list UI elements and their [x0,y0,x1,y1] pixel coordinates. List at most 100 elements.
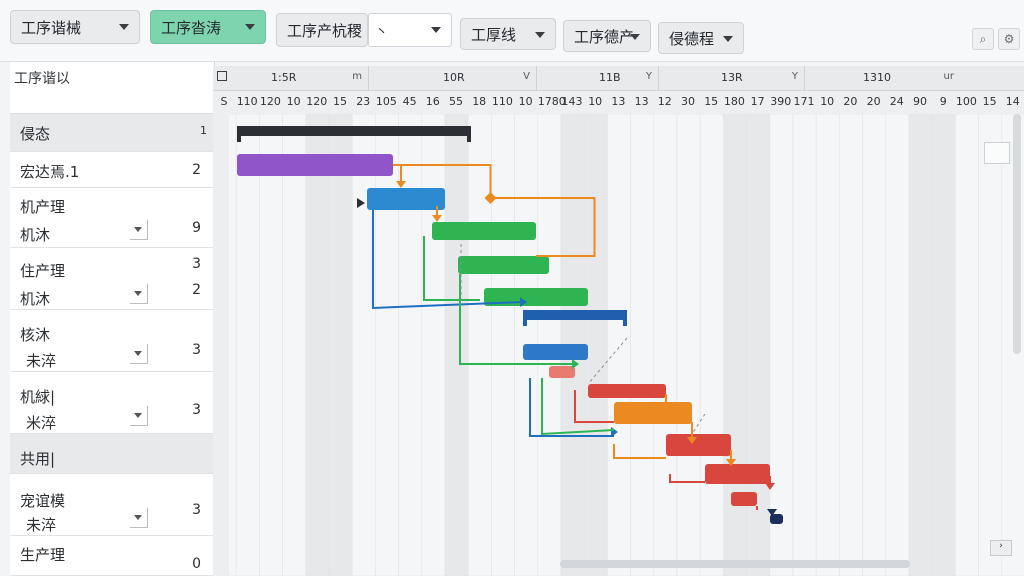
minor-label: 15 [333,95,347,108]
major-label: 10R [443,71,465,84]
major-end: Y [645,71,652,82]
list-item[interactable]: 宏达焉.1 2 [10,152,215,188]
list-item-count: 3 [192,502,201,518]
page-nav-icon[interactable]: › [990,540,1012,556]
group-row[interactable]: 侵态 1 [10,114,215,152]
gantt-bar-task-salmon [549,366,575,378]
grid-column [491,114,515,576]
grid-column [908,114,933,576]
settings-icon[interactable]: ⚙ [998,28,1020,50]
search-icon[interactable]: ⌕ [972,28,994,50]
minor-label: 90 [913,95,927,108]
grid-column [955,114,979,576]
major-end: m [352,71,362,82]
chevron-down-icon [723,36,733,42]
row-dropdown[interactable] [130,406,148,426]
select-all-checkbox[interactable] [217,71,227,81]
minor-label: 45 [402,95,417,108]
list-item[interactable]: 核沐 未淬 3 [10,310,215,372]
grid-column [839,114,863,576]
minor-label: 23 [356,95,371,108]
minor-label: 20 [843,95,858,108]
major-end: V [523,71,530,82]
gantt-bar-task-purple [237,154,393,176]
summary-bracket [237,126,241,142]
list-item-count: 2 [192,282,201,298]
select-5[interactable]: 侵德程 [658,22,744,54]
minor-label: 13 [634,95,649,108]
grid-column [235,114,260,576]
list-item-subtitle: 机沐 [20,290,51,308]
minor-label: 1780 [537,95,566,108]
list-item-subtitle: 未淬 [26,352,57,370]
minor-label: 105 [375,95,397,108]
filter-dropdown[interactable]: 丶 [368,13,452,47]
gantt-bar-task-orange [614,402,692,424]
row-gutter [213,114,229,576]
toolbar: 工序谐械 工序沓涛 工序产杭稷 丶 工厚线 工序德产 侵德程 ⌕ ⚙ [0,0,1024,62]
gantt-bar-task-red-2 [666,434,731,456]
list-item[interactable]: 宠谊模 未淬 3 [10,474,215,536]
chevron-down-icon [535,32,545,38]
group-count: 1 [200,124,207,137]
select-3-label: 工厚线 [471,25,517,44]
grid-column [746,114,771,576]
chevron-down-icon [630,34,640,40]
minor-label: 18 [472,95,487,108]
list-item-count: 3 [192,342,201,358]
gantt-bar-summary [237,126,471,136]
minor-label: 55 [449,95,463,108]
list-item-title: 宠谊模 [20,492,66,510]
active-select[interactable]: 工序沓涛 [150,10,266,44]
grid-column [931,114,956,576]
grid-column [351,114,376,576]
list-item-count: 3 [192,256,201,272]
gantt-bar-task-blue-1 [367,188,445,210]
minor-label: 13 [611,95,626,108]
row-dropdown[interactable] [130,508,148,528]
minor-label: 16 [425,95,440,108]
row-dropdown[interactable] [130,220,148,240]
minor-label: 14 [1005,95,1020,108]
timeline-header: 1:5R m 10R V 11B Y 13R Y 1310 ur S 110 120… [213,66,1024,114]
minor-label: 110 [491,95,513,108]
minor-label: 10 [820,95,835,108]
vertical-scrollbar[interactable] [1013,114,1021,354]
major-label: 11B [599,71,621,84]
gantt-bar-task-red-3 [705,464,770,484]
list-item-subtitle: 米淬 [26,414,57,432]
list-item[interactable]: 机产理 机沐 9 [10,188,215,248]
row-dropdown[interactable] [130,284,148,304]
summary-bracket [523,310,527,326]
view-select[interactable]: 工序谐械 [10,10,140,44]
minor-label: 10 [286,95,301,108]
minor-label: 24 [889,95,904,108]
horizontal-scrollbar[interactable] [560,560,910,568]
timeline-major-cell: 11B Y [537,66,659,90]
select-4[interactable]: 工序德产 [563,20,651,52]
gantt-bar-task-green-1 [432,222,536,240]
group-title: 共用| [20,450,56,468]
grid-column [259,114,283,576]
list-item[interactable]: 生产理 0 [10,536,215,576]
task-list-header-label: 工序谐以 [14,71,70,87]
group-row[interactable]: 共用| [10,434,215,474]
minor-label: 110 [236,95,258,108]
list-item-title: 核沐 [20,326,51,344]
active-select-label: 工序沓涛 [161,18,222,37]
list-item-count: 2 [192,162,201,178]
select-3[interactable]: 工厚线 [460,18,556,50]
row-dropdown[interactable] [130,344,148,364]
grid-column [630,114,655,576]
grid-column [676,114,701,576]
filter-label-box: 工序产杭稷 [276,13,368,47]
minor-label: 10 [588,95,603,108]
grid-column [699,114,724,576]
timeline-major-cell: 10R V [369,66,537,90]
list-item-count: 0 [192,556,201,572]
minor-label: 15 [982,95,997,108]
timeline-major-cell: 1:5R m [213,66,369,90]
gantt-svg [213,114,1024,576]
list-item[interactable]: 机絿| 米淬 3 [10,372,215,434]
list-item[interactable]: 住产理 机沐 3 2 [10,248,215,310]
